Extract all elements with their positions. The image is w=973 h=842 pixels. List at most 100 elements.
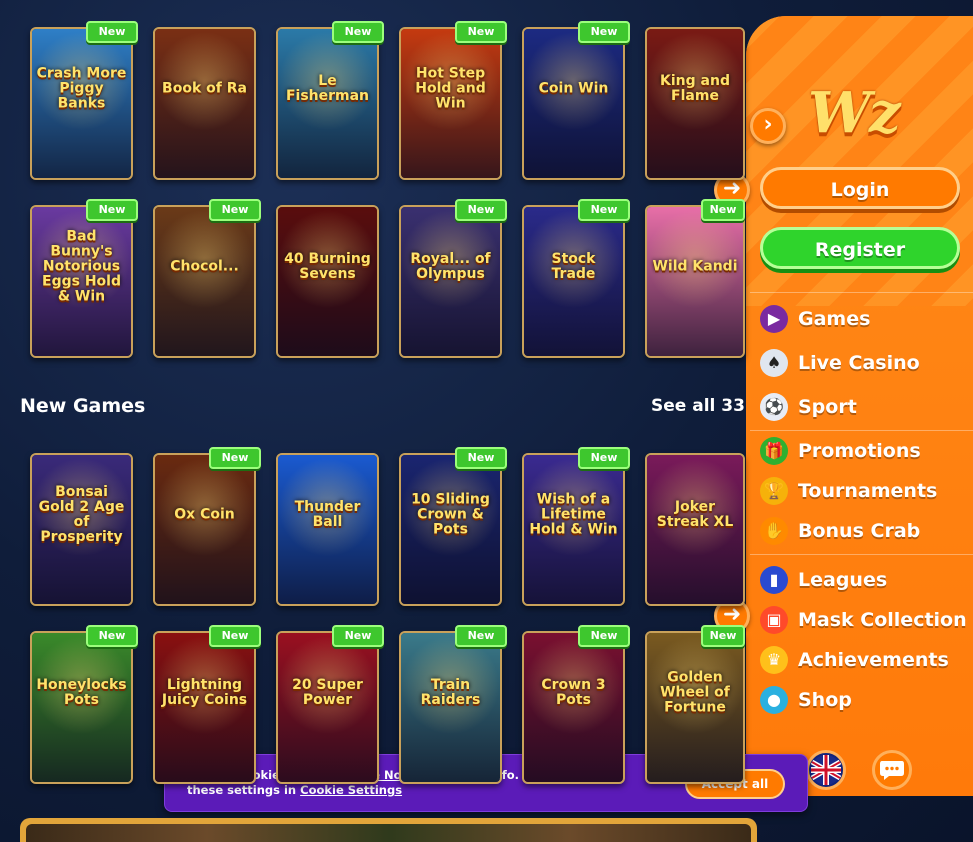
cookie-settings-link[interactable]: Cookie Settings	[300, 783, 402, 797]
game-thumbnail	[155, 455, 254, 604]
game-tile[interactable]: King and Flame	[645, 27, 745, 180]
uk-flag-icon[interactable]	[806, 750, 846, 790]
leagues-icon: ▮	[760, 566, 788, 594]
game-tile[interactable]: Crash More Piggy Banks	[30, 27, 133, 180]
game-tile[interactable]: Royal... of Olympus	[399, 205, 502, 358]
game-title: Ox Coin	[174, 506, 235, 523]
game-thumbnail	[155, 29, 254, 178]
game-tile[interactable]: Lightning Juicy Coins	[153, 631, 256, 784]
cards-icon: ♠	[760, 349, 788, 377]
sidebar-item-games[interactable]: ▶ Games	[760, 302, 870, 336]
sidebar-item-label: Achievements	[798, 649, 949, 671]
game-tile[interactable]: Wild Kandi	[645, 205, 745, 358]
sidebar-item-achievements[interactable]: ♛ Achievements	[760, 643, 949, 677]
sidebar-item-label: Mask Collection	[798, 609, 967, 631]
see-all-link[interactable]: See all 335	[651, 396, 757, 416]
game-tile[interactable]: 40 Burning Sevens	[276, 205, 379, 358]
game-tile[interactable]: Golden Wheel of Fortune	[645, 631, 745, 784]
game-title: Train Raiders	[420, 676, 481, 708]
game-tile[interactable]: Honeylocks Pots	[30, 631, 133, 784]
sidebar-item-label: Games	[798, 308, 871, 330]
game-tile[interactable]: Bonsai Gold 2 Age of Prosperity	[30, 453, 133, 606]
new-badge: New	[209, 625, 261, 647]
new-badge: New	[332, 625, 384, 647]
game-tile[interactable]: Thunder Ball	[276, 453, 379, 606]
game-title: Hot Step Hold and Win	[415, 65, 486, 112]
game-title: Crash More Piggy Banks	[36, 65, 127, 112]
game-tile[interactable]: Chocol...	[153, 205, 256, 358]
sidebar-item-bonus-crab[interactable]: ✋ Bonus Crab	[760, 514, 920, 548]
new-badge: New	[578, 447, 630, 469]
game-title: Royal... of Olympus	[410, 250, 491, 282]
game-tile[interactable]: Stock Trade	[522, 205, 625, 358]
sidebar-item-leagues[interactable]: ▮ Leagues	[760, 563, 887, 597]
new-badge: New	[86, 625, 138, 647]
sidebar-item-label: Sport	[798, 396, 857, 418]
new-badge: New	[209, 199, 261, 221]
game-title: Wish of a Lifetime Hold & Win	[529, 491, 618, 538]
new-badge: New	[86, 21, 138, 43]
promo-banner[interactable]	[20, 818, 757, 842]
login-button[interactable]: Login	[760, 167, 960, 209]
game-tile[interactable]: Crown 3 Pots	[522, 631, 625, 784]
new-badge: New	[332, 21, 384, 43]
game-title: Book of Ra	[162, 80, 247, 97]
new-badge: New	[578, 199, 630, 221]
site-logo[interactable]: Wz	[808, 80, 901, 146]
sidebar-item-label: Tournaments	[798, 480, 938, 502]
sidebar-item-promotions[interactable]: 🎁 Promotions	[760, 434, 921, 468]
chat-icon[interactable]	[872, 750, 912, 790]
game-title: 10 Sliding Crown & Pots	[411, 491, 490, 538]
sidebar-item-live-casino[interactable]: ♠ Live Casino	[760, 346, 920, 380]
sidebar-item-label: Bonus Crab	[798, 520, 921, 542]
sidebar-item-sport[interactable]: ⚽ Sport	[760, 390, 857, 424]
game-tile[interactable]: Wish of a Lifetime Hold & Win	[522, 453, 625, 606]
game-thumbnail	[524, 29, 623, 178]
game-tile[interactable]: Joker Streak XL	[645, 453, 745, 606]
game-tile[interactable]: 20 Super Power	[276, 631, 379, 784]
game-thumbnail	[647, 207, 743, 356]
menu-divider	[750, 292, 973, 293]
new-badge: New	[455, 447, 507, 469]
game-tile[interactable]: Book of Ra	[153, 27, 256, 180]
game-tile[interactable]: Hot Step Hold and Win	[399, 27, 502, 180]
sidebar-item-label: Shop	[798, 689, 852, 711]
menu-divider	[750, 554, 973, 555]
game-tile[interactable]: Train Raiders	[399, 631, 502, 784]
sidebar-item-tournaments[interactable]: 🏆 Tournaments	[760, 474, 937, 508]
game-tile[interactable]: Ox Coin	[153, 453, 256, 606]
game-title: King and Flame	[660, 72, 730, 104]
collapse-chevron-icon[interactable]: ›	[750, 108, 786, 144]
game-title: Golden Wheel of Fortune	[660, 669, 730, 716]
sidebar-item-shop[interactable]: ● Shop	[760, 683, 852, 717]
game-title: Thunder Ball	[294, 498, 361, 530]
game-tile[interactable]: Coin Win	[522, 27, 625, 180]
new-badge: New	[209, 447, 261, 469]
game-tile[interactable]: Le Fisherman	[276, 27, 379, 180]
sidebar-item-label: Leagues	[798, 569, 888, 591]
new-badge: New	[701, 625, 745, 647]
game-tile[interactable]: Bad Bunny's Notorious Eggs Hold & Win	[30, 205, 133, 358]
new-games-title: New Games	[20, 395, 146, 417]
new-badge: New	[578, 625, 630, 647]
game-title: Bad Bunny's Notorious Eggs Hold & Win	[42, 228, 121, 305]
game-tile[interactable]: 10 Sliding Crown & Pots	[399, 453, 502, 606]
trophy-icon: 🏆	[760, 477, 788, 505]
new-badge: New	[86, 199, 138, 221]
gift-icon: 🎁	[760, 437, 788, 465]
game-title: Le Fisherman	[285, 72, 370, 104]
sidebar-item-label: Promotions	[798, 440, 921, 462]
game-title: Lightning Juicy Coins	[161, 676, 248, 708]
new-badge: New	[455, 199, 507, 221]
game-title: Wild Kandi	[652, 258, 738, 275]
new-badge: New	[455, 21, 507, 43]
promo-banner-image	[26, 824, 751, 842]
new-badge: New	[578, 21, 630, 43]
game-title: Honeylocks Pots	[36, 676, 127, 708]
sidebar-item-mask-collection[interactable]: ▣ Mask Collection	[760, 603, 967, 637]
crown-icon: ♛	[760, 646, 788, 674]
game-title: Joker Streak XL	[656, 498, 734, 530]
mask-icon: ▣	[760, 606, 788, 634]
register-button[interactable]: Register	[760, 227, 960, 269]
new-badge: New	[701, 199, 745, 221]
